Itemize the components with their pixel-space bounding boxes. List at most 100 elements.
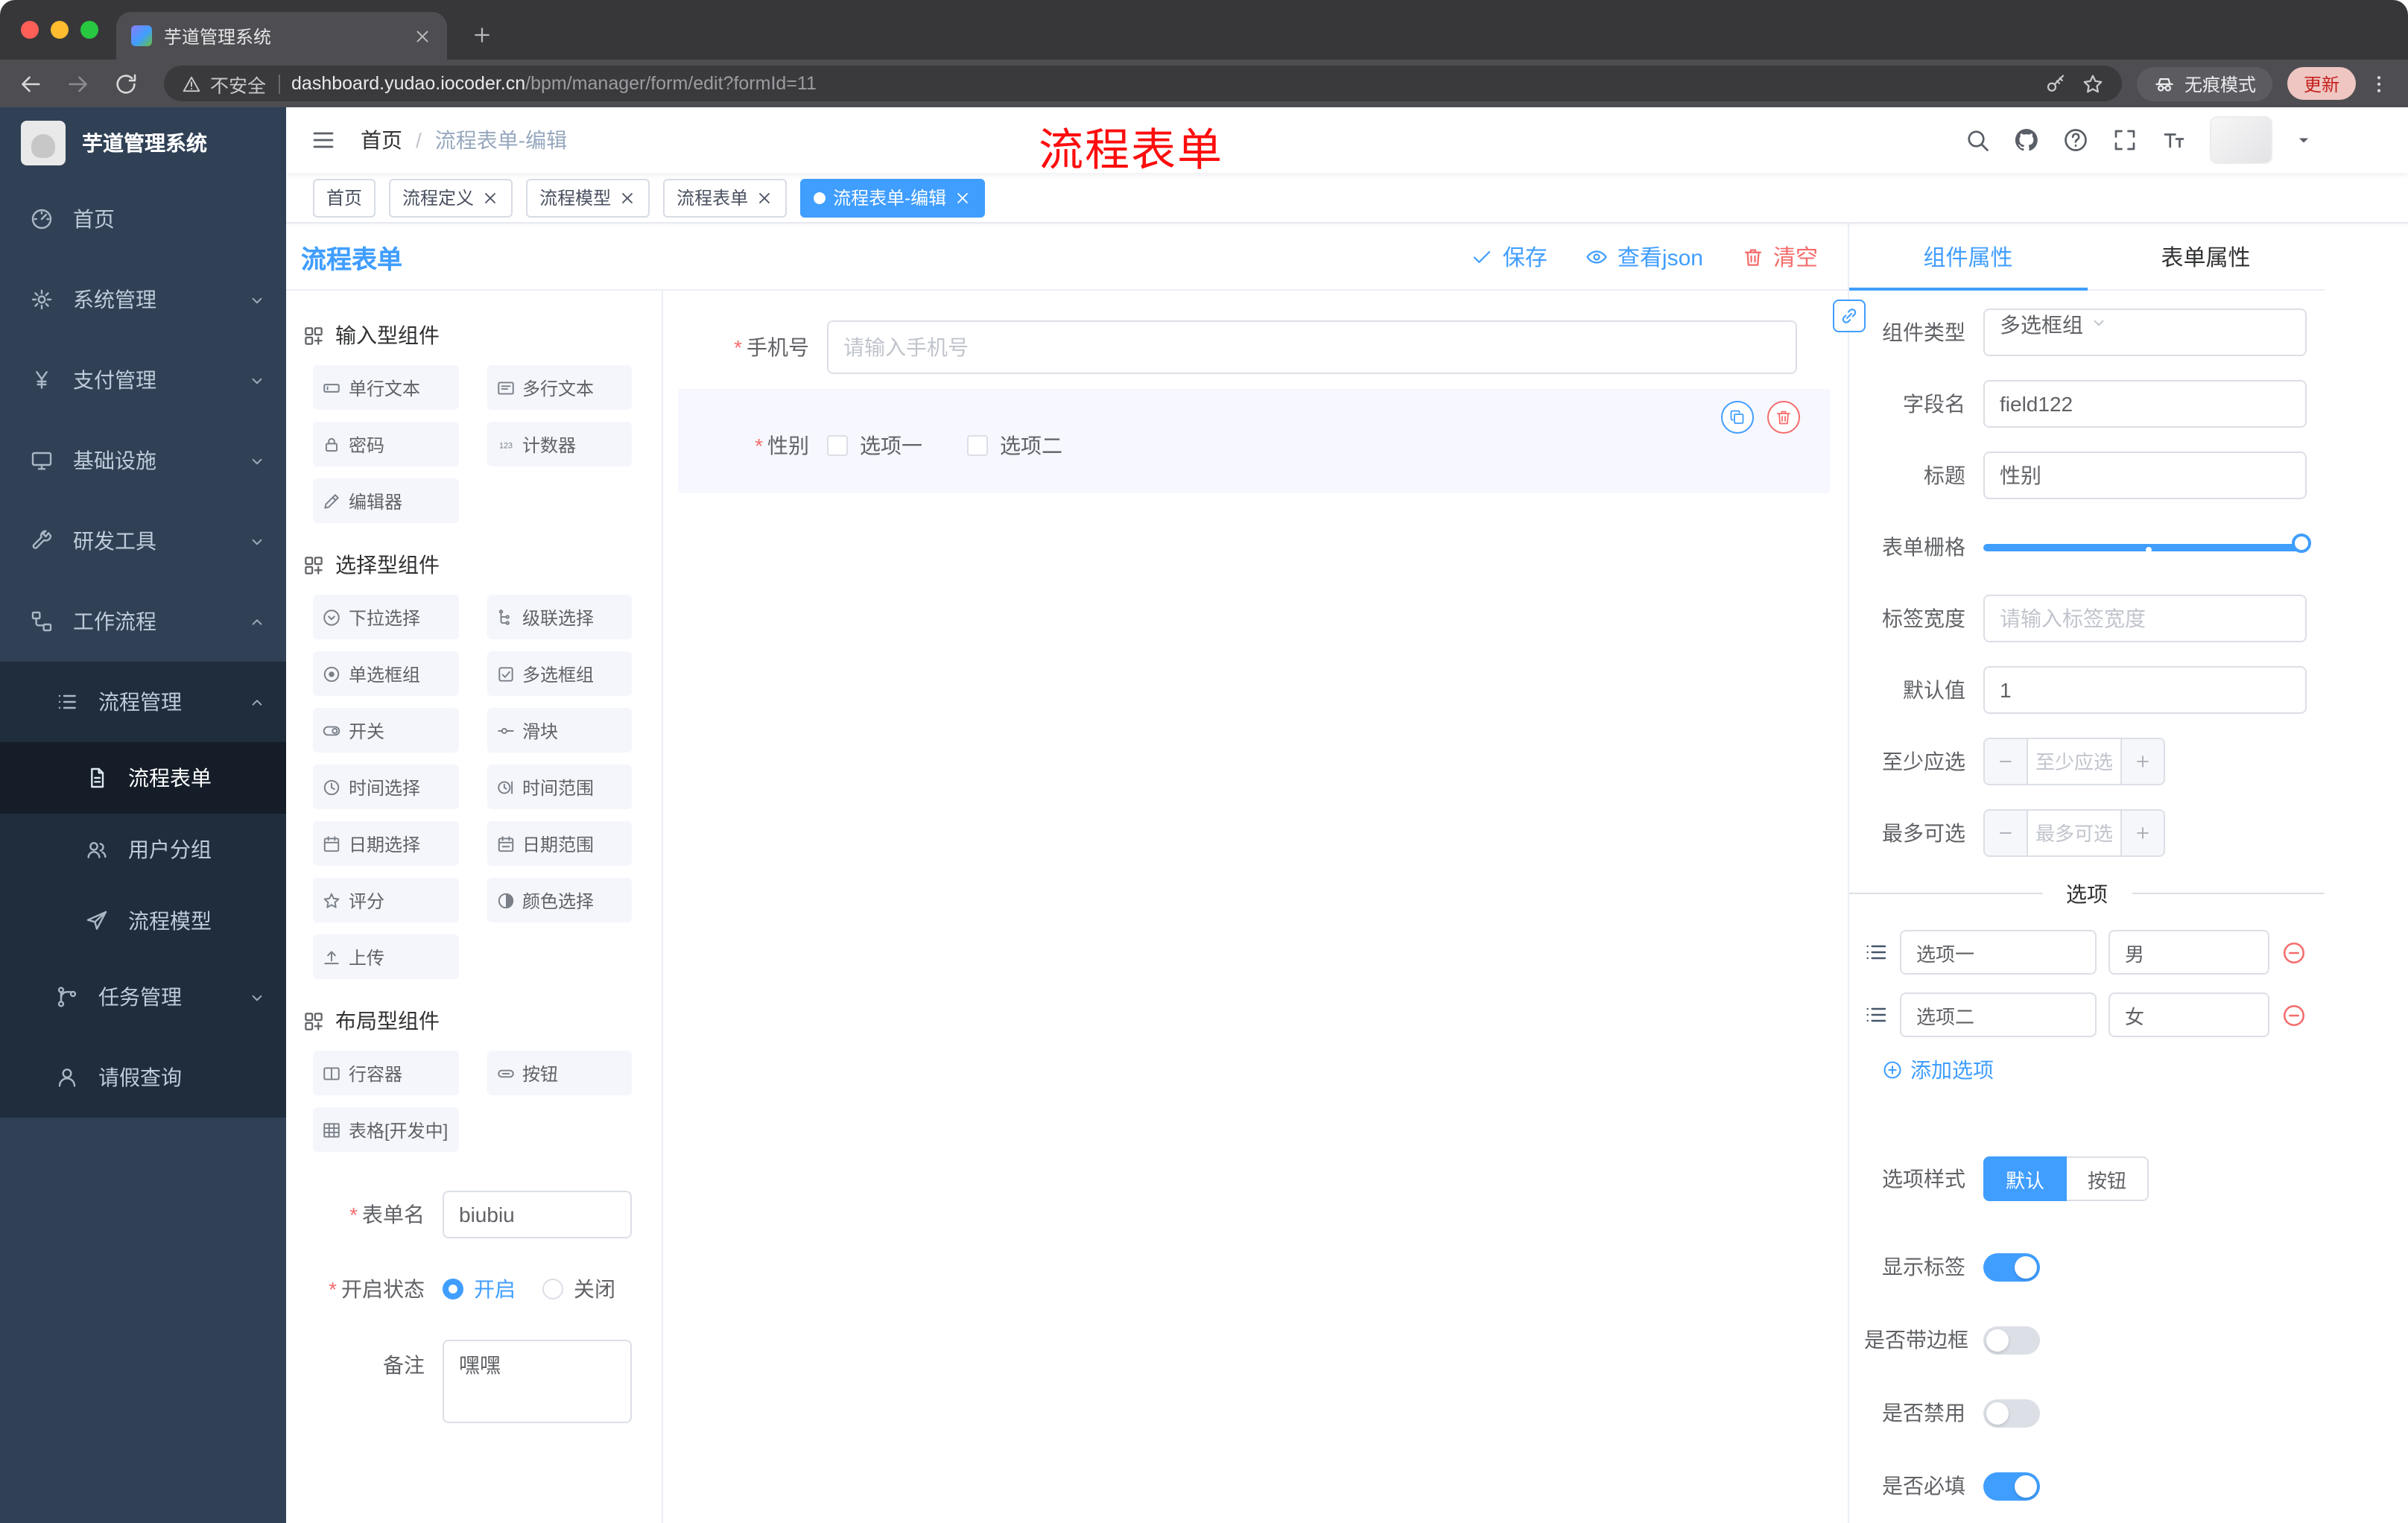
gender-option-1-checkbox[interactable]: 选项一: [827, 431, 922, 460]
status-radio-on[interactable]: 开启: [443, 1274, 516, 1304]
palette-item-cascader[interactable]: 级联选择: [487, 595, 632, 639]
drag-handle-icon[interactable]: [1864, 1003, 1888, 1027]
palette-item-button[interactable]: 按钮: [487, 1051, 632, 1095]
window-zoom-button[interactable]: [80, 21, 98, 39]
palette-item-select[interactable]: 下拉选择: [313, 595, 458, 639]
fullscreen-icon[interactable]: [2111, 127, 2138, 153]
bookmark-star-icon[interactable]: [2082, 72, 2104, 95]
field-name-input[interactable]: [1983, 380, 2307, 428]
palette-item-time[interactable]: 时间选择: [313, 764, 458, 809]
palette-item-counter[interactable]: 123 计数器: [487, 422, 632, 466]
palette-item-date[interactable]: 日期选择: [313, 821, 458, 866]
form-remark-textarea[interactable]: 嘿嘿: [443, 1340, 632, 1423]
search-icon[interactable]: [1964, 127, 1991, 153]
copy-component-button[interactable]: [1721, 401, 1754, 434]
remove-option-icon[interactable]: [2281, 940, 2307, 965]
palette-item-color[interactable]: 颜色选择: [487, 878, 632, 922]
sidebar-item-infra[interactable]: 基础设施: [0, 420, 286, 501]
tag-view-1[interactable]: 流程定义: [389, 178, 513, 217]
remove-option-icon[interactable]: [2281, 1002, 2307, 1028]
tab-close-icon[interactable]: [413, 26, 432, 45]
user-menu-caret-icon[interactable]: [2295, 131, 2313, 149]
sidebar-item-devtools[interactable]: 研发工具: [0, 501, 286, 581]
save-button[interactable]: 保存: [1471, 241, 1547, 272]
style-button-button[interactable]: 按钮: [2067, 1156, 2149, 1201]
increase-button[interactable]: [2122, 739, 2164, 784]
tag-view-2[interactable]: 流程模型: [526, 178, 650, 217]
help-icon[interactable]: [2062, 127, 2089, 153]
browser-menu-icon[interactable]: [2368, 72, 2390, 95]
grid-slider[interactable]: [1983, 523, 2311, 571]
palette-item-editor[interactable]: 编辑器: [313, 478, 458, 523]
clear-button[interactable]: 清空: [1742, 241, 1818, 272]
form-canvas[interactable]: *手机号 *性别 选项一: [663, 291, 1848, 1523]
palette-item-input[interactable]: 单行文本: [313, 365, 458, 410]
reload-button[interactable]: [113, 71, 139, 96]
label-width-input[interactable]: [1983, 595, 2307, 642]
palette-item-switch[interactable]: 开关: [313, 708, 458, 753]
palette-item-upload[interactable]: 上传: [313, 934, 458, 979]
disabled-switch[interactable]: [1983, 1399, 2040, 1427]
sidebar-toggle-icon[interactable]: [310, 127, 337, 153]
security-warning-icon[interactable]: [182, 74, 201, 93]
option-1-value-input[interactable]: [2108, 930, 2269, 975]
address-bar[interactable]: 不安全 dashboard.yudao.iocoder.cn/bpm/manag…: [164, 66, 2122, 101]
close-icon[interactable]: [481, 189, 499, 206]
palette-item-checkbox[interactable]: 多选框组: [487, 651, 632, 696]
add-option-button[interactable]: 添加选项: [1882, 1055, 1994, 1085]
drag-handle-icon[interactable]: [1864, 940, 1888, 964]
font-size-icon[interactable]: [2161, 127, 2187, 153]
view-json-button[interactable]: 查看json: [1586, 241, 1703, 272]
sidebar-item-system[interactable]: 系统管理: [0, 259, 286, 340]
slider-knob[interactable]: [2292, 533, 2311, 553]
option-1-name-input[interactable]: [1900, 930, 2097, 975]
tag-view-4[interactable]: 流程表单-编辑: [800, 178, 986, 217]
component-type-select[interactable]: 多选框组: [1983, 308, 2307, 356]
forward-button[interactable]: [66, 71, 91, 96]
sidebar-item-leave-query[interactable]: 请假查询: [0, 1037, 286, 1118]
form-name-input[interactable]: [443, 1191, 632, 1238]
canvas-field-gender-selected[interactable]: * 性别 选项一 选项二: [678, 389, 1830, 493]
sidebar-item-process-mgmt[interactable]: 流程管理: [0, 662, 286, 742]
update-button[interactable]: 更新: [2287, 67, 2356, 100]
delete-component-button[interactable]: [1767, 401, 1800, 434]
tag-view-3[interactable]: 流程表单: [663, 178, 788, 217]
show-label-switch[interactable]: [1983, 1253, 2040, 1281]
sidebar-item-task-mgmt[interactable]: 任务管理: [0, 957, 286, 1037]
close-icon[interactable]: [954, 189, 972, 206]
phone-input[interactable]: [827, 320, 1797, 374]
palette-item-radio[interactable]: 单选框组: [313, 651, 458, 696]
window-close-button[interactable]: [21, 21, 39, 39]
option-2-name-input[interactable]: [1900, 992, 2097, 1037]
tab-component-props[interactable]: 组件属性: [1849, 224, 2087, 291]
palette-item-textarea[interactable]: 多行文本: [487, 365, 632, 410]
sidebar-item-workflow[interactable]: 工作流程: [0, 581, 286, 662]
close-icon[interactable]: [755, 189, 773, 206]
sidebar-item-process-form[interactable]: 流程表单: [0, 742, 286, 814]
github-icon[interactable]: [2013, 127, 2040, 153]
sidebar-item-user-group[interactable]: 用户分组: [0, 814, 286, 885]
decrease-button[interactable]: [1985, 739, 2027, 784]
palette-item-rate[interactable]: 评分: [313, 878, 458, 922]
palette-item-slider[interactable]: 滑块: [487, 708, 632, 753]
border-switch[interactable]: [1983, 1326, 2040, 1354]
status-radio-off[interactable]: 关闭: [542, 1274, 615, 1304]
app-logo[interactable]: 芋道管理系统: [0, 107, 286, 179]
gender-option-2-checkbox[interactable]: 选项二: [967, 431, 1062, 460]
max-select-input[interactable]: [2027, 811, 2122, 855]
canvas-field-phone[interactable]: * 手机号: [678, 320, 1830, 374]
window-minimize-button[interactable]: [51, 21, 69, 39]
browser-tab[interactable]: 芋道管理系统: [116, 12, 447, 60]
breadcrumb-home[interactable]: 首页: [361, 125, 402, 155]
increase-button[interactable]: [2122, 811, 2164, 855]
option-2-value-input[interactable]: [2108, 992, 2269, 1037]
palette-item-row[interactable]: 行容器: [313, 1051, 458, 1095]
sidebar-item-home[interactable]: 首页: [0, 179, 286, 259]
palette-item-time-range[interactable]: 时间范围: [487, 764, 632, 809]
new-tab-button[interactable]: [471, 24, 493, 46]
default-value-input[interactable]: [1983, 666, 2307, 714]
sidebar-item-process-model[interactable]: 流程模型: [0, 885, 286, 957]
tab-form-props[interactable]: 表单属性: [2087, 224, 2325, 289]
user-avatar[interactable]: [2210, 116, 2272, 164]
palette-item-lock[interactable]: 密码: [313, 422, 458, 466]
